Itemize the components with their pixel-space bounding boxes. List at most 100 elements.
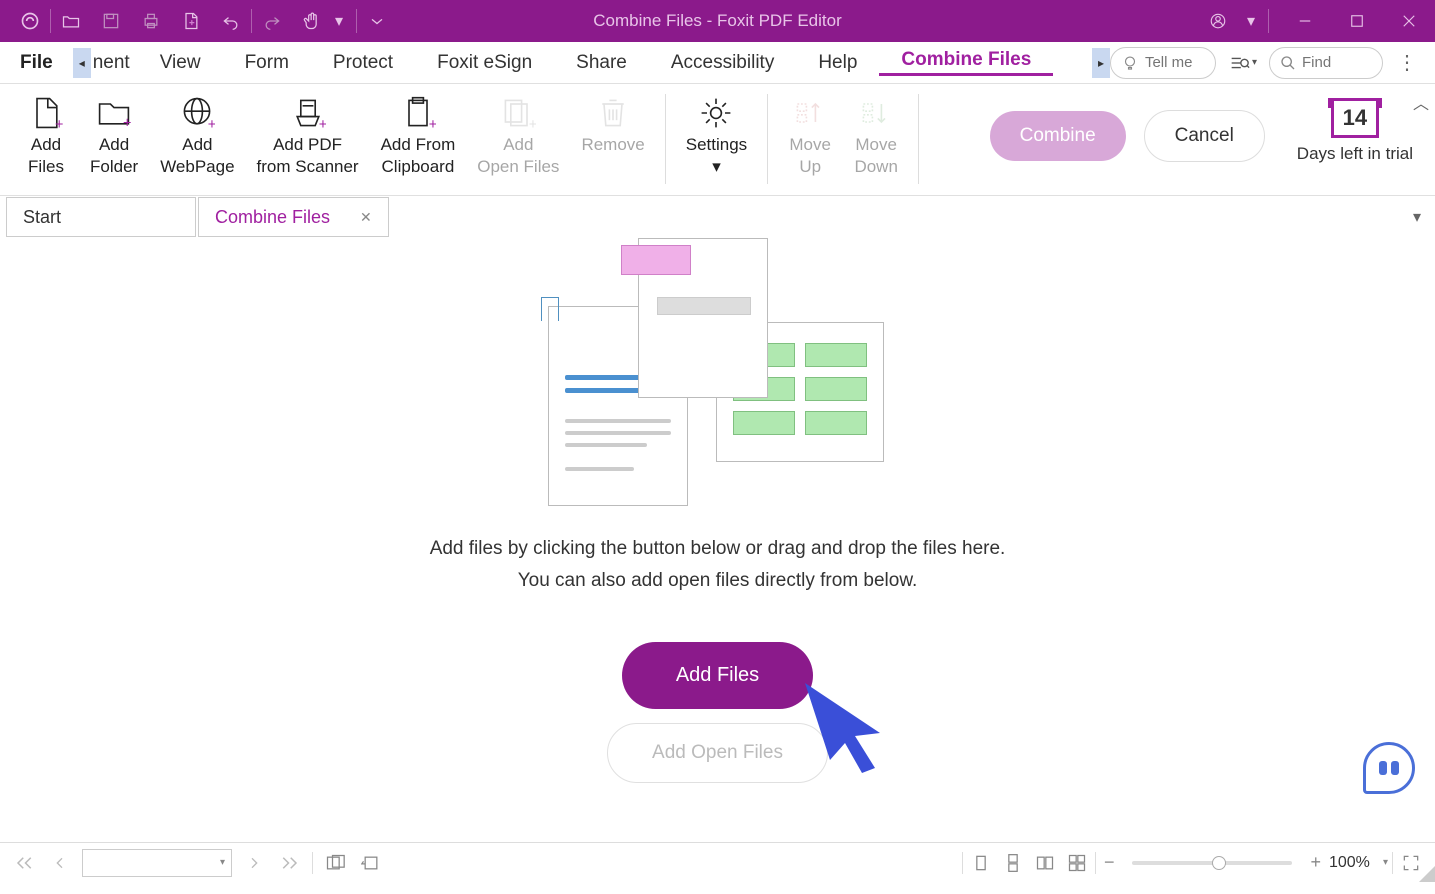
empty-state-illustration <box>548 238 888 508</box>
save-icon[interactable] <box>91 0 131 42</box>
prev-page-icon[interactable] <box>46 849 74 877</box>
search-icon <box>1280 55 1296 71</box>
zoom-dropdown-icon[interactable]: ▾ <box>1383 857 1388 868</box>
menu-tab-combine-files[interactable]: Combine Files <box>879 49 1053 76</box>
maximize-icon[interactable] <box>1331 0 1383 42</box>
facing-view-icon[interactable] <box>1031 849 1059 877</box>
ribbon-label: Add Folder <box>90 134 138 178</box>
add-files-button[interactable]: Add Files <box>622 642 813 709</box>
menu-tab-share[interactable]: Share <box>554 52 649 74</box>
ribbon-move-up: Move Up <box>786 90 834 182</box>
menu-item-partial[interactable]: nent <box>91 52 138 74</box>
zoom-in-icon[interactable]: + <box>1306 852 1325 873</box>
last-page-icon[interactable] <box>276 849 304 877</box>
advanced-search-icon[interactable]: ▾ <box>1222 52 1263 74</box>
add-open-files-button: Add Open Files <box>607 723 828 783</box>
doctab-label: Start <box>23 207 61 228</box>
first-page-icon[interactable] <box>10 849 38 877</box>
svg-text:+: + <box>529 117 536 131</box>
ribbon-label: Add PDF from Scanner <box>257 134 359 178</box>
close-tab-icon[interactable]: ✕ <box>360 209 372 226</box>
menu-scroll-left-icon[interactable]: ◂ <box>73 48 91 78</box>
resize-grip-icon[interactable] <box>1419 866 1435 882</box>
next-page-icon[interactable] <box>240 849 268 877</box>
find-box[interactable] <box>1269 47 1383 79</box>
trial-indicator[interactable]: 14 Days left in trial <box>1285 90 1425 164</box>
menu-tab-accessibility[interactable]: Accessibility <box>649 52 796 74</box>
svg-text:+: + <box>123 115 131 131</box>
zoom-level[interactable]: 100% <box>1329 854 1379 872</box>
more-menu-icon[interactable]: ⋮ <box>1389 50 1425 75</box>
doctab-start[interactable]: Start <box>6 197 196 237</box>
combine-button[interactable]: Combine <box>990 111 1126 161</box>
trial-days: 14 <box>1331 98 1379 138</box>
file-menu[interactable]: File <box>0 52 73 74</box>
cancel-button[interactable]: Cancel <box>1144 110 1265 162</box>
trash-icon <box>594 94 632 132</box>
minimize-icon[interactable] <box>1279 0 1331 42</box>
ribbon-globe-plus[interactable]: +Add WebPage <box>158 90 236 182</box>
app-logo-icon[interactable] <box>10 0 50 42</box>
bulb-icon <box>1121 54 1139 72</box>
single-page-view-icon[interactable] <box>967 849 995 877</box>
svg-text:+: + <box>318 117 325 131</box>
ribbon-file-plus[interactable]: +Add Files <box>22 90 70 182</box>
menu-tab-form[interactable]: Form <box>223 52 311 74</box>
tellme-search[interactable] <box>1110 47 1216 79</box>
clipboard-plus-icon: + <box>399 94 437 132</box>
menu-scroll-right-icon[interactable]: ▸ <box>1092 48 1110 78</box>
gear-icon <box>697 94 735 132</box>
instruction-line-2: You can also add open files directly fro… <box>518 570 918 592</box>
user-account-icon[interactable] <box>1192 0 1244 42</box>
ribbon-move-down: Move Down <box>852 90 900 182</box>
doctabs-dropdown-icon[interactable]: ▾ <box>1413 207 1429 227</box>
ribbon-trash: Remove <box>579 90 646 160</box>
hand-tool-icon[interactable] <box>292 0 332 42</box>
instruction-line-1: Add files by clicking the button below o… <box>430 538 1006 560</box>
zoom-slider[interactable] <box>1132 861 1292 865</box>
doctab-combine-files[interactable]: Combine Files✕ <box>198 197 389 237</box>
tellme-input[interactable] <box>1145 54 1205 71</box>
continuous-facing-view-icon[interactable] <box>1063 849 1091 877</box>
ribbon-label: Add Open Files <box>477 134 559 178</box>
zoom-out-icon[interactable]: − <box>1100 852 1119 873</box>
ribbon-label: Add Files <box>28 134 64 178</box>
menu-tab-foxit-esign[interactable]: Foxit eSign <box>415 52 554 74</box>
ribbon-clipboard-plus[interactable]: + Add From Clipboard <box>379 90 458 182</box>
ribbon-openfiles-plus: + Add Open Files <box>475 90 561 182</box>
page-number-input[interactable]: ▾ <box>82 849 232 877</box>
menu-tab-view[interactable]: View <box>138 52 223 74</box>
undo-icon[interactable] <box>211 0 251 42</box>
svg-text:+: + <box>429 117 436 131</box>
ribbon-folder-plus[interactable]: + Add Folder <box>88 90 140 182</box>
hand-dropdown-icon[interactable]: ▾ <box>332 11 346 31</box>
svg-text:+: + <box>208 117 215 131</box>
close-window-icon[interactable] <box>1383 0 1435 42</box>
ribbon-gear[interactable]: Settings ▾ <box>684 90 749 182</box>
create-icon[interactable] <box>171 0 211 42</box>
find-input[interactable] <box>1302 54 1372 71</box>
more-qat-icon[interactable] <box>357 0 397 42</box>
user-dropdown-icon[interactable]: ▾ <box>1244 11 1258 31</box>
ribbon-label: Move Up <box>789 134 831 178</box>
window-title: Combine Files - Foxit PDF Editor <box>593 11 841 31</box>
collapse-ribbon-icon[interactable]: ︿ <box>1413 90 1429 114</box>
reflow-icon[interactable] <box>321 849 349 877</box>
trial-text: Days left in trial <box>1297 144 1413 164</box>
scanner-plus-icon: + <box>289 94 327 132</box>
ribbon-label: Remove <box>581 134 644 156</box>
pointer-arrow-annotation <box>800 678 930 783</box>
file-plus-icon: + <box>27 94 65 132</box>
folder-plus-icon: + <box>95 94 133 132</box>
rotate-view-icon[interactable] <box>357 849 385 877</box>
chat-assistant-icon[interactable] <box>1363 742 1415 794</box>
menu-tab-protect[interactable]: Protect <box>311 52 415 74</box>
menu-tab-help[interactable]: Help <box>796 52 879 74</box>
ribbon-label: Add From Clipboard <box>381 134 456 178</box>
redo-icon[interactable] <box>252 0 292 42</box>
continuous-view-icon[interactable] <box>999 849 1027 877</box>
print-icon[interactable] <box>131 0 171 42</box>
move-up-icon <box>791 94 829 132</box>
open-icon[interactable] <box>51 0 91 42</box>
ribbon-scanner-plus[interactable]: + Add PDF from Scanner <box>255 90 361 182</box>
